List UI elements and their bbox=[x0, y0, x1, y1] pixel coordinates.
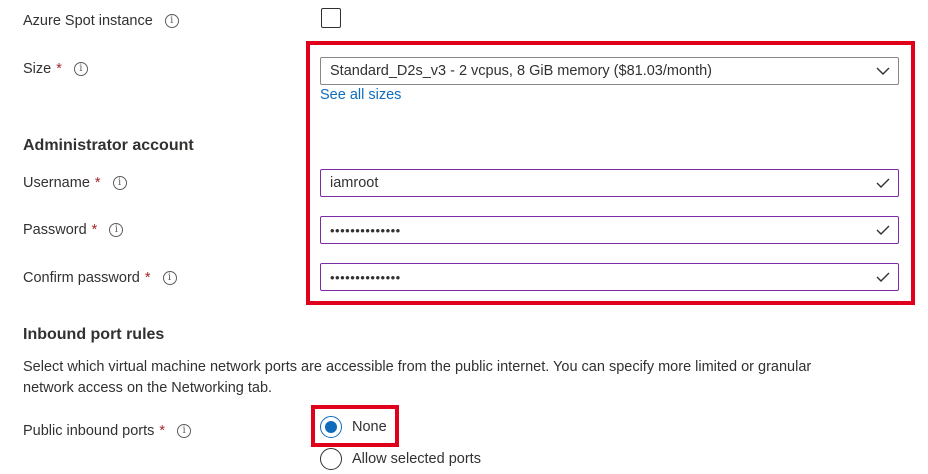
spot-label-row: Azure Spot instance i bbox=[23, 13, 179, 29]
radio-option-allow-selected[interactable]: Allow selected ports bbox=[320, 448, 481, 470]
info-icon[interactable]: i bbox=[164, 14, 179, 28]
spot-checkbox[interactable] bbox=[321, 8, 341, 28]
username-label: Username bbox=[23, 175, 90, 191]
size-admin-highlight-box bbox=[306, 41, 915, 305]
size-label-row: Size * i bbox=[23, 61, 88, 77]
required-marker: * bbox=[56, 61, 62, 77]
public-inbound-ports-label-row: Public inbound ports * i bbox=[23, 423, 192, 439]
info-icon[interactable]: i bbox=[177, 424, 192, 438]
info-icon[interactable]: i bbox=[112, 176, 127, 190]
inbound-port-rules-heading: Inbound port rules bbox=[23, 326, 165, 343]
inbound-description-line2: network access on the Networking tab. bbox=[23, 380, 273, 396]
required-marker: * bbox=[144, 270, 151, 286]
confirm-password-label: Confirm password bbox=[23, 270, 140, 286]
password-label-row: Password * i bbox=[23, 222, 124, 238]
radio-label-allow-selected: Allow selected ports bbox=[352, 451, 481, 467]
info-icon[interactable]: i bbox=[162, 271, 177, 285]
password-label: Password bbox=[23, 222, 87, 238]
username-label-row: Username * i bbox=[23, 175, 127, 191]
inbound-description-line1: Select which virtual machine network por… bbox=[23, 359, 812, 375]
none-highlight-box bbox=[311, 405, 399, 447]
confirm-password-label-row: Confirm password * i bbox=[23, 270, 177, 286]
public-inbound-ports-label: Public inbound ports bbox=[23, 423, 155, 439]
size-label: Size bbox=[23, 61, 52, 77]
required-marker: * bbox=[94, 175, 101, 191]
info-icon[interactable]: i bbox=[109, 223, 124, 237]
required-marker: * bbox=[91, 222, 98, 238]
admin-account-heading: Administrator account bbox=[23, 137, 194, 154]
info-icon[interactable]: i bbox=[73, 62, 88, 76]
radio-button-allow-selected[interactable] bbox=[320, 448, 342, 470]
spot-label: Azure Spot instance bbox=[23, 13, 153, 29]
required-marker: * bbox=[159, 423, 166, 439]
